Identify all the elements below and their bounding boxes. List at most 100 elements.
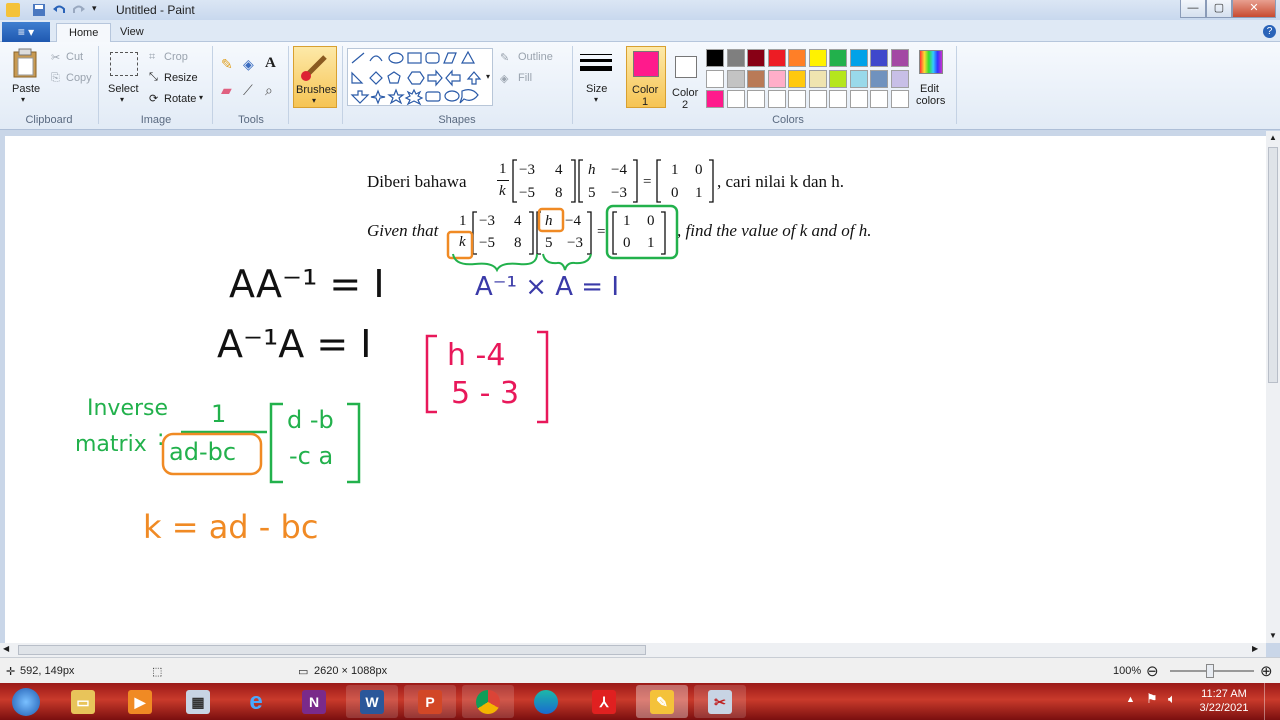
cut-icon[interactable]: ✂ [51,51,60,64]
color-picker-icon[interactable]: ⟋ [243,82,253,99]
select-dropdown-icon[interactable]: ▾ [120,95,124,104]
tab-view[interactable]: View [108,23,156,43]
fill-bucket-icon[interactable]: ◈ [243,56,254,73]
taskbar-chrome[interactable] [462,685,514,718]
palette-swatch[interactable] [706,69,724,88]
eraser-icon[interactable]: ▰ [221,82,232,99]
taskbar-internet-explorer[interactable]: e [230,685,282,718]
select-button[interactable]: Select [108,83,139,95]
vertical-scrollbar[interactable]: ▲ ▼ [1266,131,1280,643]
text-tool-icon[interactable]: A [265,55,276,72]
paint-menu-button[interactable]: ≡ ▾ [2,22,50,42]
maximize-button[interactable]: ▢ [1206,0,1232,18]
palette-swatch[interactable] [849,90,868,108]
scroll-up-icon[interactable]: ▲ [1269,133,1277,142]
scroll-down-icon[interactable]: ▼ [1269,631,1277,640]
resize-icon[interactable]: ⤡ [149,71,158,84]
palette-swatch[interactable] [767,49,786,67]
system-clock[interactable]: 11:27 AM 3/22/2021 [1194,687,1254,715]
rotate-icon[interactable]: ⟳ [149,92,158,105]
palette-swatch[interactable] [870,69,888,88]
palette-swatch[interactable] [890,69,909,88]
minimize-button[interactable]: — [1180,0,1206,18]
select-icon[interactable] [110,52,138,76]
palette-swatch[interactable] [890,49,909,67]
palette-swatch[interactable] [767,69,786,88]
palette-swatch[interactable] [767,90,786,108]
action-center-flag-icon[interactable]: ⚑ [1146,691,1158,707]
palette-swatch[interactable] [726,49,745,67]
redo-icon[interactable] [72,3,86,17]
size-button[interactable]: Size [586,83,607,95]
size-icon[interactable] [580,52,612,76]
fill-icon[interactable]: ◈ [500,72,508,85]
palette-swatch[interactable] [808,49,827,67]
paint-app-icon[interactable] [6,3,20,17]
show-desktop-button[interactable] [1264,683,1280,720]
scroll-right-icon[interactable]: ▶ [1252,644,1258,653]
horizontal-scroll-thumb[interactable] [18,645,646,655]
color1-button[interactable]: Color 1 [626,46,666,108]
taskbar-onenote[interactable]: N [288,685,340,718]
resize-button[interactable]: Resize [164,72,198,84]
customize-quick-access-icon[interactable]: ▾ [92,3,106,17]
vertical-scroll-thumb[interactable] [1268,147,1278,383]
edit-colors-button[interactable]: Edit colors [914,48,948,108]
brushes-button[interactable]: Brushes ▾ [293,46,337,108]
palette-swatch[interactable] [788,90,806,108]
copy-icon[interactable]: ⎘ [51,72,60,85]
palette-swatch[interactable] [870,49,888,67]
zoom-out-button[interactable]: ⊖ [1146,662,1159,680]
outline-icon[interactable]: ✎ [500,51,509,64]
palette-swatch[interactable] [890,90,909,108]
fill-button[interactable]: Fill [518,72,532,84]
palette-swatch[interactable] [726,69,745,88]
palette-swatch[interactable] [849,49,868,67]
undo-icon[interactable] [52,3,66,17]
save-icon[interactable] [32,3,46,17]
outline-button[interactable]: Outline [518,51,553,63]
palette-swatch[interactable] [849,69,868,88]
taskbar-paint[interactable]: ✎ [636,685,688,718]
tab-home[interactable]: Home [56,23,112,43]
close-button[interactable]: ✕ [1232,0,1276,18]
paste-dropdown-icon[interactable]: ▾ [21,95,25,104]
palette-swatch[interactable] [829,49,847,67]
size-dropdown-icon[interactable]: ▾ [594,95,598,104]
taskbar-powerpoint[interactable]: P [404,685,456,718]
help-icon[interactable]: ? [1263,25,1276,38]
palette-swatch[interactable] [747,90,765,108]
horizontal-scrollbar[interactable]: ◀ ▶ [0,643,1266,657]
zoom-slider-thumb[interactable] [1206,664,1214,678]
paste-icon[interactable] [12,48,38,78]
paste-button[interactable]: Paste [12,83,40,95]
palette-swatch[interactable] [706,49,724,67]
start-button[interactable] [2,685,54,718]
palette-swatch[interactable] [706,90,724,108]
taskbar-snipping-tool[interactable]: ✂ [694,685,746,718]
scroll-left-icon[interactable]: ◀ [3,644,9,653]
crop-button[interactable]: Crop [164,51,188,63]
palette-swatch[interactable] [747,49,765,67]
shapes-scroll-icon[interactable]: ▾ [486,72,490,81]
taskbar-edge[interactable] [520,685,572,718]
zoom-in-button[interactable]: ⊕ [1260,662,1273,680]
palette-swatch[interactable] [747,69,765,88]
rotate-button[interactable]: Rotate [164,93,196,105]
palette-swatch[interactable] [808,90,827,108]
palette-swatch[interactable] [808,69,827,88]
taskbar-word[interactable]: W [346,685,398,718]
palette-swatch[interactable] [788,49,806,67]
palette-swatch[interactable] [829,69,847,88]
palette-swatch[interactable] [829,90,847,108]
taskbar-calculator[interactable]: ▦ [172,685,224,718]
copy-button[interactable]: Copy [66,72,92,84]
magnifier-icon[interactable]: ⌕ [265,82,273,99]
show-hidden-icons[interactable]: ▲ [1126,694,1135,704]
taskbar-acrobat[interactable]: ⅄ [578,685,630,718]
drawing-canvas[interactable]: Diberi bahawa 1 k −3 4 −5 8 h −4 5 −3 = … [5,136,1266,643]
taskbar-media-player[interactable]: ▶ [114,685,166,718]
crop-icon[interactable]: ⌗ [149,51,155,64]
volume-icon[interactable]: 🔈︎ [1168,691,1176,707]
rotate-dropdown-icon[interactable]: ▾ [199,93,203,102]
